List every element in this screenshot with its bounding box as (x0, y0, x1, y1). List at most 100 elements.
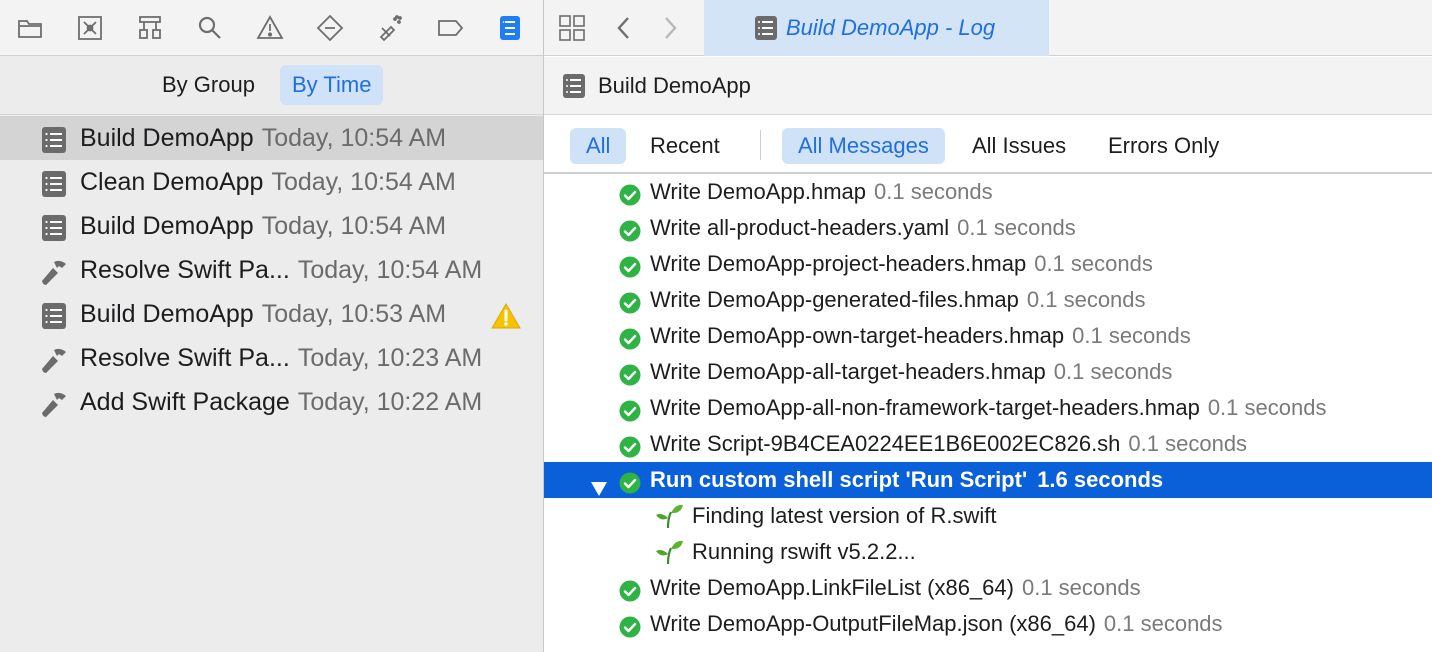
navigator-pane: By Group By Time Build DemoApp Today, 10:… (0, 0, 543, 652)
log-message[interactable]: Write DemoApp-all-non-framework-target-h… (544, 390, 1432, 426)
log-icon (563, 74, 585, 98)
jump-bar-title[interactable]: Build DemoApp (598, 57, 751, 115)
report-icon[interactable] (492, 10, 528, 46)
sprout-emoji-icon (654, 539, 684, 565)
log-list-item[interactable]: Build DemoApp Today, 10:54 AM (0, 204, 543, 248)
success-check-icon (619, 577, 641, 602)
disclosure-triangle-icon[interactable] (590, 472, 608, 496)
log-item-time: Today, 10:22 AM (297, 388, 483, 416)
success-check-icon (619, 469, 641, 494)
success-check-icon (619, 181, 641, 206)
log-list-item[interactable]: Resolve Swift Pa... Today, 10:23 AM (0, 336, 543, 380)
message-text: Write Script-9B4CEA0224EE1B6E002EC826.sh (650, 431, 1121, 456)
log-list-item[interactable]: Resolve Swift Pa... Today, 10:54 AM (0, 248, 543, 292)
build-log-messages: Write DemoApp.hmap 0.1 seconds Write all-p… (544, 174, 1432, 642)
breakpoint-icon[interactable] (432, 10, 468, 46)
message-duration: 0.1 seconds (1026, 287, 1146, 312)
chevron-left-icon[interactable] (608, 12, 640, 44)
log-list-item[interactable]: Build DemoApp Today, 10:54 AM (0, 116, 543, 160)
related-items-icon[interactable] (556, 12, 588, 44)
log-message[interactable]: Write DemoApp-generated-files.hmap 0.1 se… (544, 282, 1432, 318)
log-item-title: Clean DemoApp Today, 10:54 AM (80, 160, 456, 204)
debug-icon[interactable] (372, 10, 408, 46)
log-list-item[interactable]: Clean DemoApp Today, 10:54 AM (0, 160, 543, 204)
log-list-item[interactable]: Add Swift Package Today, 10:22 AM (0, 380, 543, 424)
log-message[interactable]: Write DemoApp-OutputFileMap.json (x86_64… (544, 606, 1432, 642)
success-check-icon (619, 289, 641, 314)
filter-errors-only[interactable]: Errors Only (1092, 128, 1235, 164)
folder-icon[interactable] (12, 10, 48, 46)
message-text: Write DemoApp-generated-files.hmap (650, 287, 1019, 312)
sprout-emoji-icon (654, 503, 684, 529)
hammer-icon (40, 256, 68, 285)
log-message[interactable]: Write DemoApp-all-target-headers.hmap 0.1… (544, 354, 1432, 390)
log-message-child[interactable]: Running rswift v5.2.2... (544, 534, 1432, 570)
filter-all-issues[interactable]: All Issues (956, 128, 1082, 164)
message-line: Write DemoApp-generated-files.hmap 0.1 se… (650, 282, 1146, 318)
log-item-time: Today, 10:53 AM (261, 300, 447, 328)
message-line: Write DemoApp-all-non-framework-target-h… (650, 390, 1326, 426)
success-check-icon (619, 217, 641, 242)
log-item-title: Resolve Swift Pa... Today, 10:54 AM (80, 248, 482, 292)
filter-all[interactable]: All (570, 128, 627, 164)
message-duration: 0.1 seconds (1103, 611, 1223, 636)
message-text: Write DemoApp-own-target-headers.hmap (650, 323, 1065, 348)
log-message[interactable]: Write DemoApp-own-target-headers.hmap 0.1… (544, 318, 1432, 354)
message-duration: 0.1 seconds (1021, 575, 1141, 600)
log-item-name: Build DemoApp (80, 300, 254, 328)
log-list-item[interactable]: Build DemoApp Today, 10:53 AM (0, 292, 543, 336)
log-message[interactable]: Write all-product-headers.yaml 0.1 second… (544, 210, 1432, 246)
warning-icon (490, 300, 522, 329)
by-group-segment[interactable]: By Group (150, 65, 267, 105)
message-text: Write DemoApp.LinkFileList (x86_64) (650, 575, 1014, 600)
log-item-title: Build DemoApp Today, 10:53 AM (80, 292, 446, 336)
log-grouping-segmented-control: By Group By Time (0, 57, 543, 115)
message-duration: 0.1 seconds (1034, 251, 1153, 276)
log-message-child[interactable]: Finding latest version of R.swift (544, 498, 1432, 534)
by-time-segment[interactable]: By Time (280, 65, 384, 105)
log-icon (40, 168, 68, 197)
tab-bar: Build DemoApp - Log (544, 0, 1432, 56)
navigator-selector-bar (0, 0, 543, 56)
find-icon[interactable] (192, 10, 228, 46)
message-text: Run custom shell script 'Run Script' (650, 467, 1028, 492)
source-control-icon[interactable] (72, 10, 108, 46)
message-duration: 0.1 seconds (1207, 395, 1327, 420)
success-check-icon (619, 433, 641, 458)
message-duration: 1.6 seconds (1037, 467, 1164, 492)
success-check-icon (619, 397, 641, 422)
message-text: Write all-product-headers.yaml (650, 215, 950, 240)
log-item-name: Resolve Swift Pa... (80, 256, 290, 284)
message-text: Write DemoApp-project-headers.hmap (650, 251, 1027, 276)
message-duration: 0.1 seconds (1053, 359, 1173, 384)
success-check-icon (619, 361, 641, 386)
message-text: Write DemoApp-all-non-framework-target-h… (650, 395, 1200, 420)
test-icon[interactable] (312, 10, 348, 46)
log-message[interactable]: Write DemoApp.LinkFileList (x86_64) 0.1 s… (544, 570, 1432, 606)
filter-all-messages[interactable]: All Messages (782, 128, 945, 164)
message-line: Write DemoApp.LinkFileList (x86_64) 0.1 s… (650, 570, 1141, 606)
symbol-icon[interactable] (132, 10, 168, 46)
issue-icon[interactable] (252, 10, 288, 46)
log-item-time: Today, 10:54 AM (261, 212, 447, 240)
message-line: Write DemoApp-project-headers.hmap 0.1 se… (650, 246, 1153, 282)
log-icon (40, 300, 68, 329)
log-item-name: Clean DemoApp (80, 168, 264, 196)
message-line: Write Script-9B4CEA0224EE1B6E002EC826.sh… (650, 426, 1247, 462)
log-item-time: Today, 10:54 AM (261, 124, 447, 152)
filter-recent[interactable]: Recent (634, 128, 736, 164)
log-message[interactable]: Write DemoApp.hmap 0.1 seconds (544, 174, 1432, 210)
log-icon (40, 124, 68, 153)
log-item-name: Build DemoApp (80, 212, 254, 240)
message-duration: 0.1 seconds (1072, 323, 1191, 348)
log-icon (40, 212, 68, 241)
log-message[interactable]: Write Script-9B4CEA0224EE1B6E002EC826.sh… (544, 426, 1432, 462)
tab-build-log[interactable]: Build DemoApp - Log (704, 0, 1049, 56)
chevron-right-icon[interactable] (654, 12, 686, 44)
log-message[interactable]: Write DemoApp-project-headers.hmap 0.1 se… (544, 246, 1432, 282)
log-item-name: Build DemoApp (80, 124, 254, 152)
log-message[interactable]: Run custom shell script 'Run Script' 1.6 … (544, 462, 1432, 498)
success-check-icon (619, 325, 641, 350)
log-item-title: Add Swift Package Today, 10:22 AM (80, 380, 482, 424)
message-duration: 0.1 seconds (957, 215, 1076, 240)
